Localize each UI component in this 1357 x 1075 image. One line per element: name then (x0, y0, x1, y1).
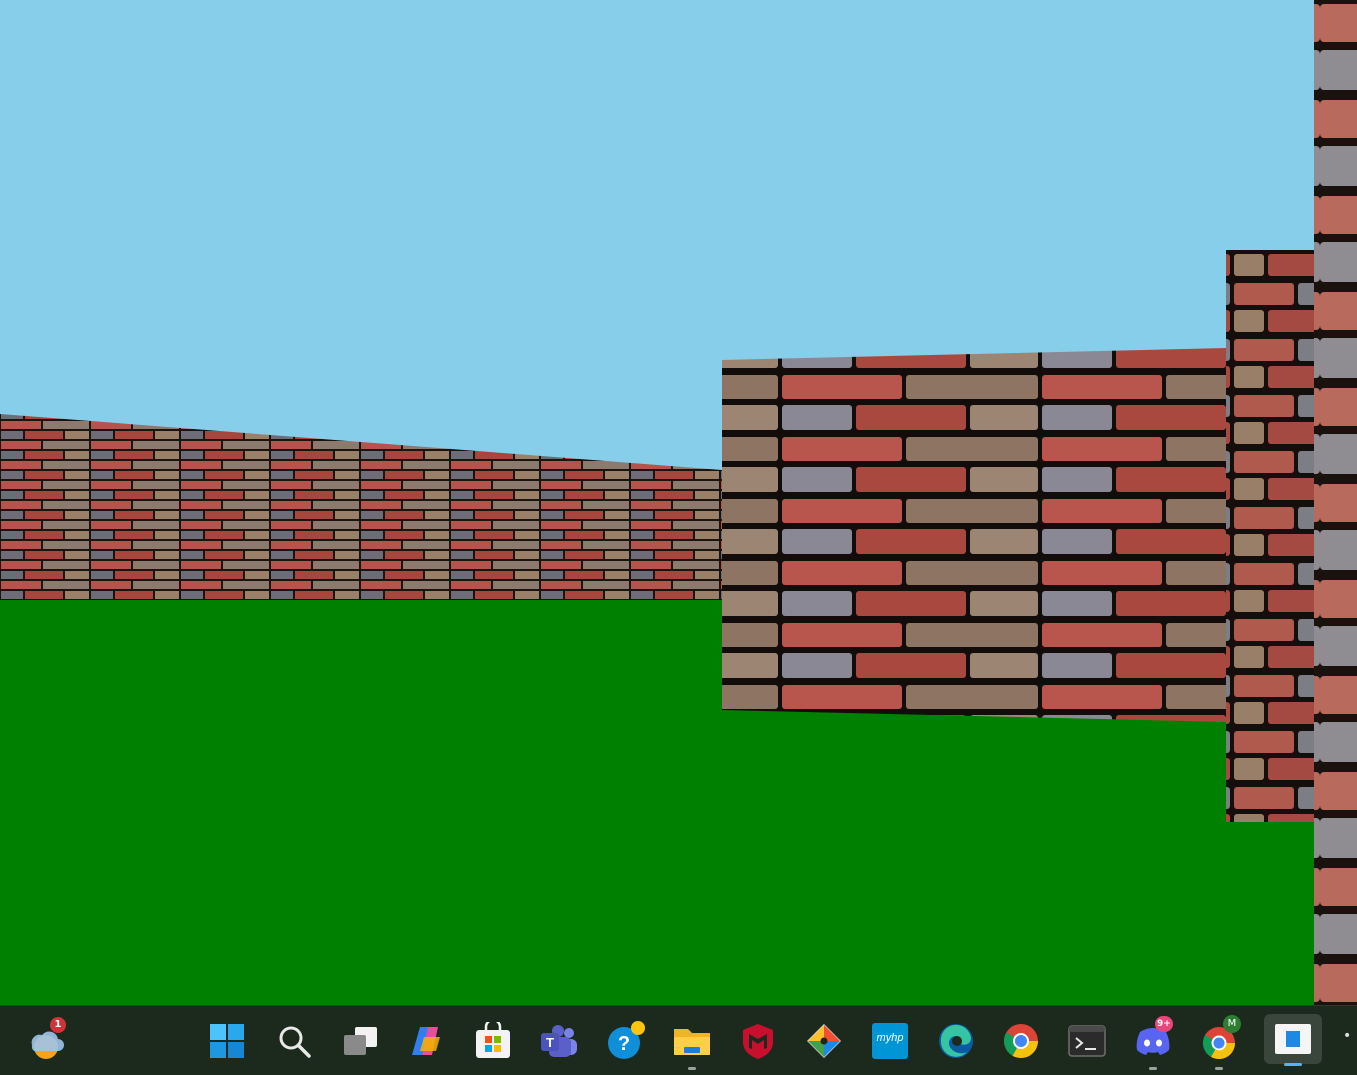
chrome-profile-button[interactable]: M (1197, 1015, 1241, 1070)
svg-text:?: ? (618, 1033, 630, 1055)
chrome-profile-badge: M (1223, 1015, 1241, 1033)
terminal-button[interactable] (1065, 1019, 1109, 1063)
start-button[interactable] (205, 1019, 249, 1063)
mcafee-icon (743, 1024, 773, 1059)
center-wall (722, 348, 1226, 722)
copilot-icon (412, 1027, 440, 1055)
discord-badge: 9+ (1155, 1016, 1173, 1032)
chrome-button[interactable] (999, 1019, 1043, 1063)
game-scene (0, 0, 1357, 1005)
weather-widget[interactable]: 1 (22, 1017, 70, 1063)
app-window-icon (1275, 1024, 1311, 1054)
search-button[interactable] (272, 1019, 316, 1063)
running-indicator (1215, 1067, 1223, 1070)
running-indicator (1149, 1067, 1157, 1070)
windows-logo-icon (210, 1024, 244, 1058)
git-icon (807, 1024, 841, 1058)
edge-button[interactable] (934, 1019, 978, 1063)
file-explorer-button[interactable] (670, 1019, 714, 1070)
svg-text:T: T (546, 1035, 554, 1050)
taskbar-overflow-icon[interactable]: • (1343, 1028, 1357, 1048)
terminal-icon (1068, 1025, 1106, 1057)
mcafee-button[interactable] (736, 1019, 780, 1063)
microsoft-store-icon (476, 1022, 510, 1058)
right-near-wall (1226, 250, 1314, 822)
chrome-icon (1004, 1024, 1038, 1058)
task-view-icon (344, 1027, 377, 1055)
active-app-button[interactable] (1264, 1014, 1322, 1066)
git-button[interactable] (802, 1019, 846, 1063)
get-help-button[interactable]: ? (604, 1019, 648, 1063)
game-viewport[interactable] (0, 0, 1357, 1005)
myhp-button[interactable]: myhp (868, 1019, 912, 1063)
myhp-label: myhp (876, 1032, 904, 1044)
active-indicator (1284, 1063, 1302, 1066)
edge-icon (939, 1024, 973, 1058)
right-edge-wall (1314, 0, 1357, 1005)
copilot-button[interactable] (405, 1019, 449, 1063)
teams-icon: T (541, 1025, 577, 1057)
folder-icon (674, 1029, 710, 1055)
weather-badge: 1 (50, 1017, 66, 1033)
taskbar: 1 T ? myhp 9+ M (0, 1005, 1357, 1075)
search-icon (279, 1026, 311, 1058)
store-button[interactable] (471, 1019, 515, 1063)
help-icon: ? (608, 1021, 645, 1059)
discord-button[interactable]: 9+ (1131, 1016, 1175, 1070)
running-indicator (688, 1067, 696, 1070)
task-view-button[interactable] (338, 1019, 382, 1063)
teams-button[interactable]: T (537, 1019, 581, 1063)
